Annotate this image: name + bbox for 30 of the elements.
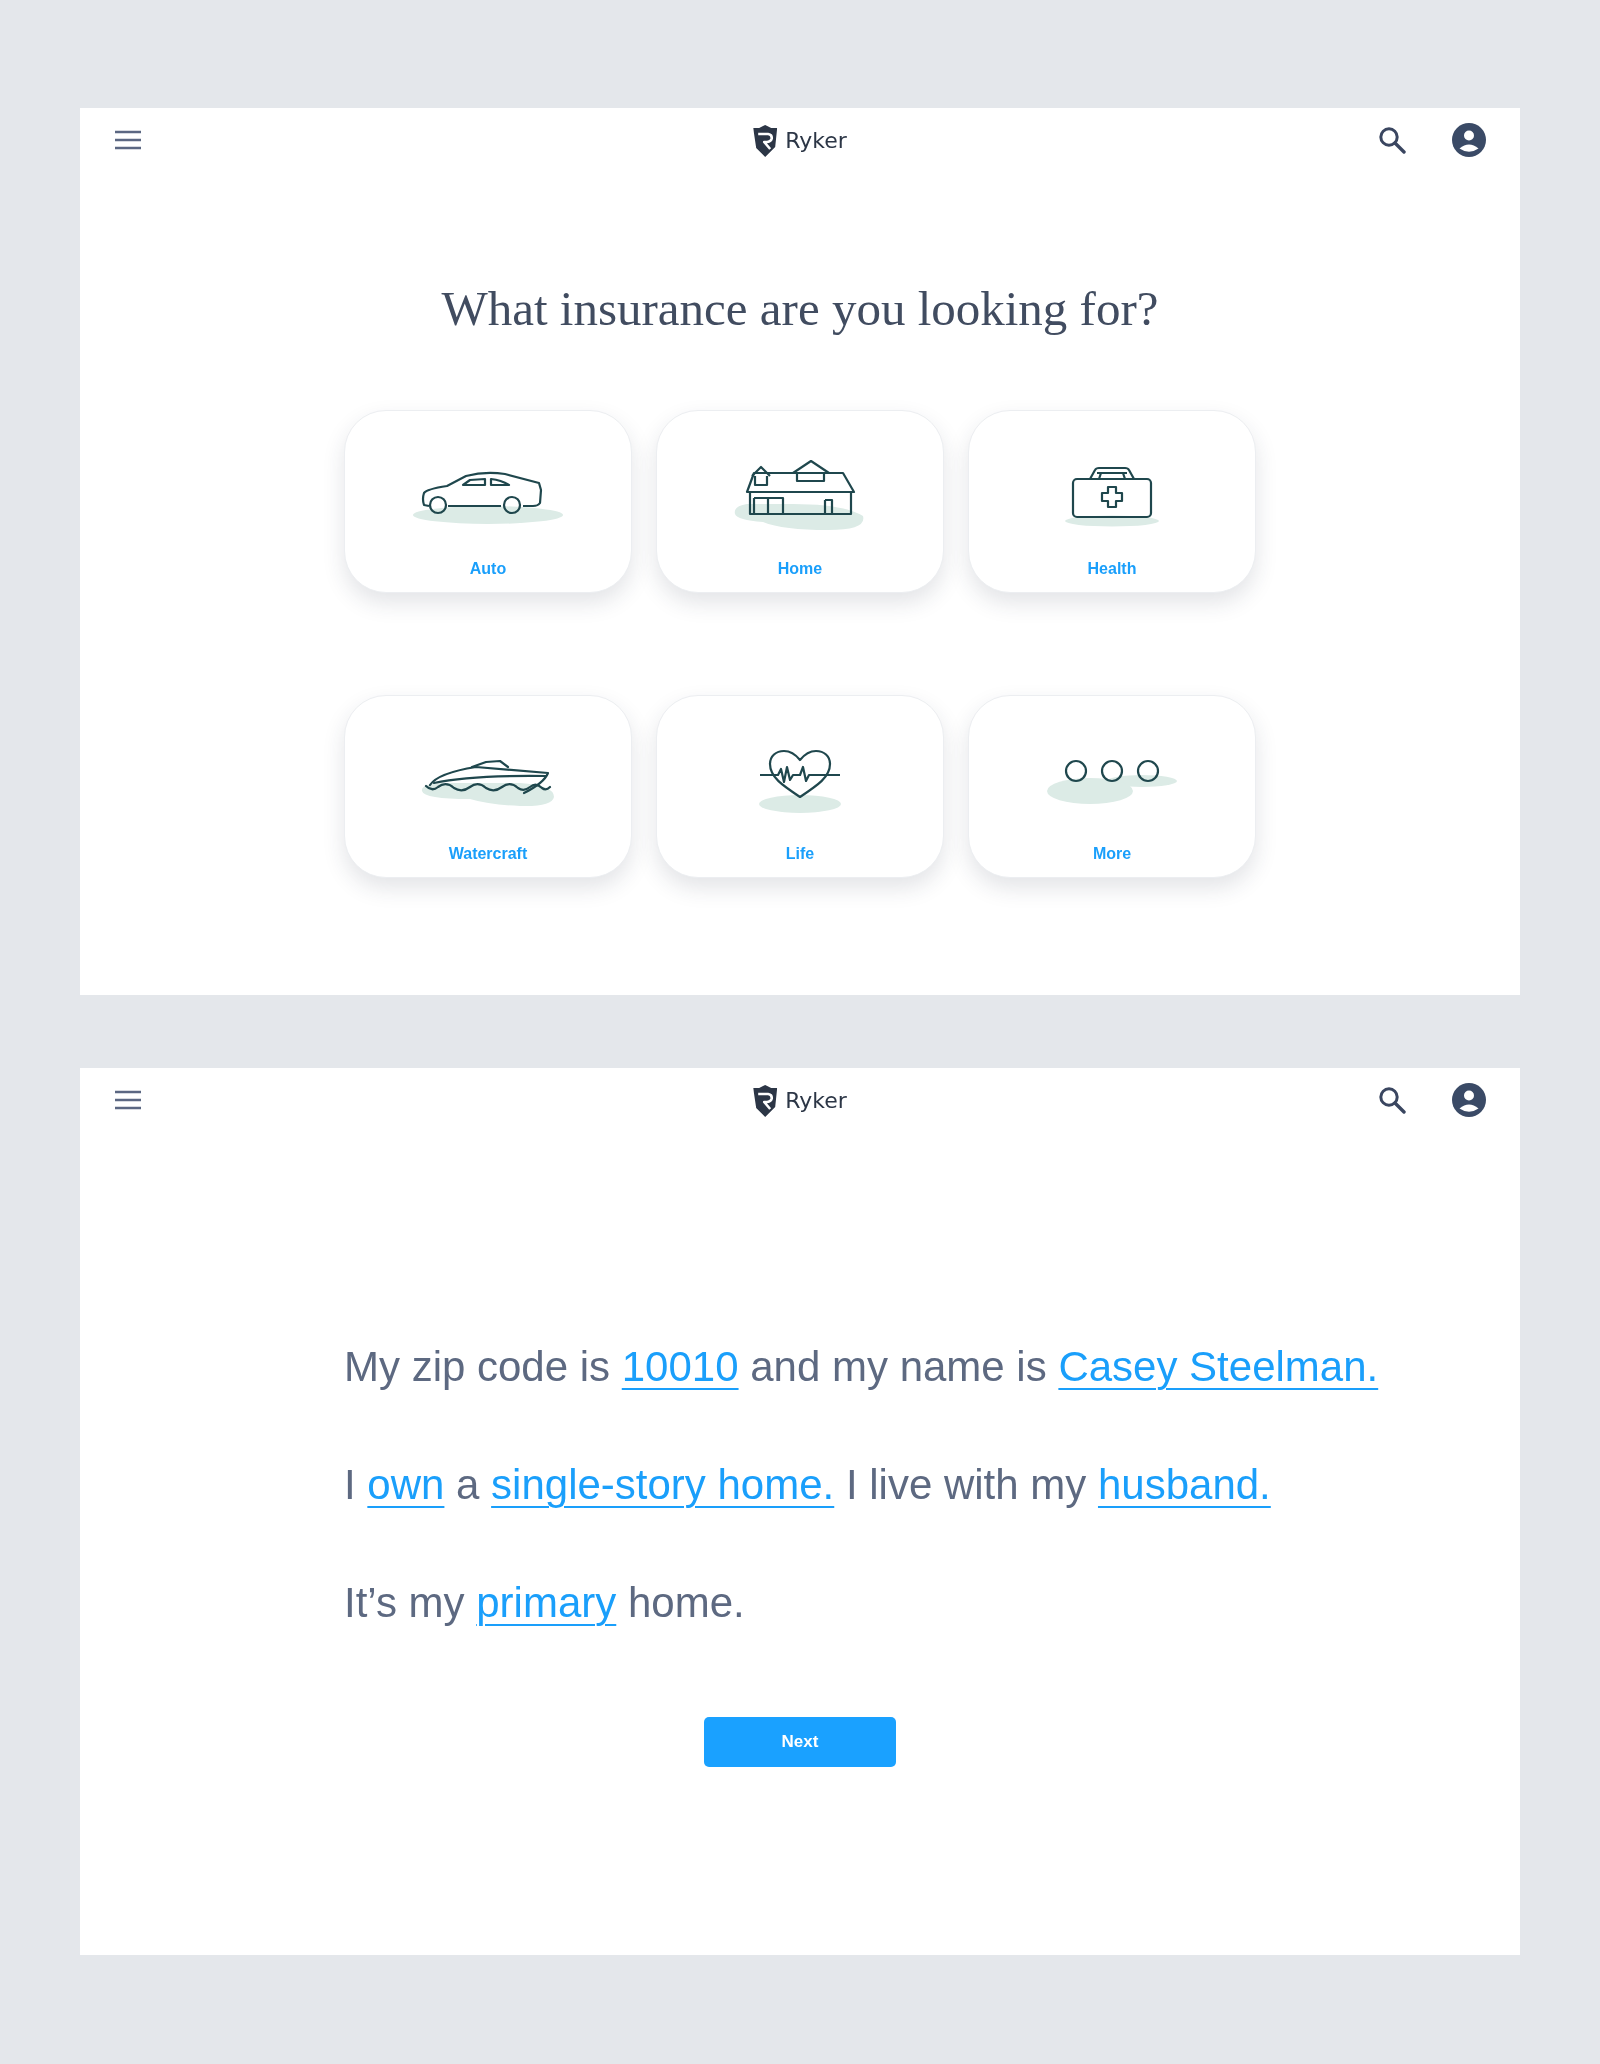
menu-icon[interactable]: [115, 130, 141, 150]
option-card[interactable]: Auto: [344, 410, 632, 593]
answer-link[interactable]: husband.: [1097, 1461, 1271, 1508]
menu-icon[interactable]: [115, 1090, 141, 1110]
page-title: What insurance are you looking for?: [441, 280, 1159, 338]
sentence: My zip code is 10010 and my name is Casey Steelman.: [344, 1342, 1379, 1392]
answer-link[interactable]: Casey Steelman.: [1058, 1343, 1379, 1390]
search-icon[interactable]: [1378, 1086, 1406, 1114]
search-icon[interactable]: [1378, 126, 1406, 154]
answer-link[interactable]: single-story home.: [491, 1461, 835, 1508]
option-card[interactable]: Home: [656, 410, 944, 593]
option-card[interactable]: Health: [968, 410, 1256, 593]
answer-link[interactable]: primary: [476, 1579, 617, 1626]
heart-pulse-icon: [758, 749, 842, 813]
next-button[interactable]: Next: [704, 1717, 896, 1767]
shield-logo-icon: [753, 125, 778, 157]
three-dots-icon: [1046, 757, 1178, 805]
brand-name: Ryker: [785, 127, 847, 155]
option-card[interactable]: Life: [656, 695, 944, 878]
answer-link[interactable]: own: [367, 1461, 445, 1508]
answer-link[interactable]: 10010: [621, 1343, 739, 1390]
sentence: I own a single-story home. I live with my husband.: [344, 1460, 1271, 1510]
medical-kit-icon: [1064, 465, 1160, 527]
option-card[interactable]: More: [968, 695, 1256, 878]
sentence: It’s my primary home.: [344, 1578, 745, 1628]
account-icon[interactable]: [1452, 1083, 1486, 1117]
shield-logo-icon: [753, 1085, 778, 1117]
account-icon[interactable]: [1452, 123, 1486, 157]
option-card[interactable]: Watercraft: [344, 695, 632, 878]
brand-name: Ryker: [785, 1087, 847, 1115]
